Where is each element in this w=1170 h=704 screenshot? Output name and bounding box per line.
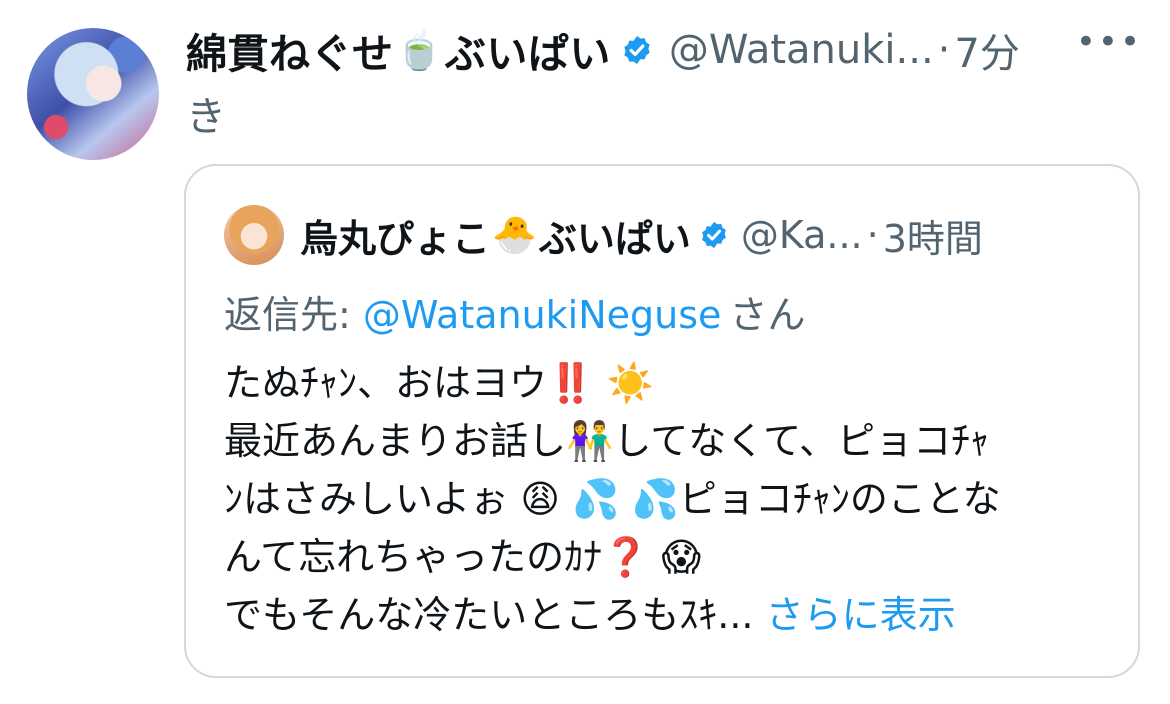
quoted-body: たぬﾁｬﾝ、おはヨウ‼️ ☀️ 最近あんまりお話し👫してなくて、ピョコﾁｬ ﾝは…: [224, 354, 1104, 644]
author-name[interactable]: 綿貫ねぐせ: [186, 20, 394, 80]
body-line-2: 最近あんまりお話し👫してなくて、ピョコﾁｬ: [224, 412, 1104, 470]
sweat-droplets-emoji: 💦: [572, 477, 620, 521]
body-text: ﾝはさみしいよぉ: [224, 477, 509, 521]
chick-emoji: 🐣: [492, 215, 537, 256]
quoted-author-name-suffix: ぶいぱい: [538, 216, 691, 261]
quoted-author-handle: @Ka...: [740, 213, 863, 257]
quoted-timestamp: 3時間: [882, 216, 983, 261]
body-line-4: んて忘れちゃったのｶﾅ❓ 😱: [224, 528, 1104, 586]
reply-suffix: さん: [729, 293, 806, 337]
author-handle[interactable]: @Watanuki...: [669, 27, 934, 73]
weary-face-emoji: 😩: [520, 477, 560, 521]
reply-mention-link[interactable]: @WatanukiNeguse: [363, 293, 722, 337]
reply-prefix: 返信先:: [224, 293, 363, 337]
tweet-header: 綿貫ねぐせ 🍵 ぶいぱい @Watanuki... · 7分: [186, 22, 1150, 78]
quoted-tweet-card[interactable]: 烏丸ぴょこ 🐣 ぶいぱい @Ka... · 3時間 返信先: @Watanuki…: [184, 164, 1140, 678]
timestamp-continued[interactable]: き: [186, 84, 226, 142]
double-exclamation-emoji: ‼️: [547, 361, 595, 405]
body-text: ピョコﾁｬﾝのことな: [678, 477, 1001, 521]
body-text: してなくて、ピョコﾁｬ: [613, 419, 990, 463]
show-more-link[interactable]: さらに表示: [753, 593, 956, 637]
verified-badge-icon: [624, 36, 650, 64]
body-line-3: ﾝはさみしいよぉ 😩 💦 💦ピョコﾁｬﾝのことな: [224, 470, 1104, 528]
verified-badge-icon: [701, 221, 726, 249]
separator-dot: ·: [866, 213, 879, 257]
body-line-1: たぬﾁｬﾝ、おはヨウ‼️ ☀️: [224, 354, 1104, 412]
question-mark-emoji: ❓: [602, 535, 650, 579]
sun-emoji: ☀️: [606, 361, 654, 405]
quoted-author-name: 烏丸ぴょこ: [300, 216, 491, 261]
body-text: んて忘れちゃったのｶﾅ: [224, 535, 603, 579]
replying-to: 返信先: @WatanukiNeguse さん: [224, 284, 805, 339]
couple-emoji: 👫: [566, 419, 614, 463]
author-avatar[interactable]: [27, 28, 159, 160]
quoted-header: 烏丸ぴょこ 🐣 ぶいぱい @Ka... · 3時間: [224, 204, 1098, 266]
screaming-face-emoji: 😱: [661, 535, 702, 579]
body-text: 最近あんまりお話し: [224, 419, 567, 463]
quoted-author-avatar[interactable]: [224, 205, 284, 265]
body-line-5: でもそんな冷たいところもｽｷ... さらに表示: [224, 586, 1104, 644]
body-text: でもそんな冷たいところもｽｷ...: [224, 593, 754, 637]
author-name-suffix[interactable]: ぶいぱい: [445, 20, 611, 80]
more-horizontal-icon[interactable]: •••: [1076, 22, 1142, 62]
separator-dot: ·: [937, 27, 951, 73]
sweat-droplets-emoji: 💦: [631, 477, 679, 521]
body-text: たぬﾁｬﾝ、おはヨウ: [224, 361, 548, 405]
tea-emoji: 🍵: [395, 27, 443, 72]
timestamp[interactable]: 7分: [954, 21, 1019, 79]
